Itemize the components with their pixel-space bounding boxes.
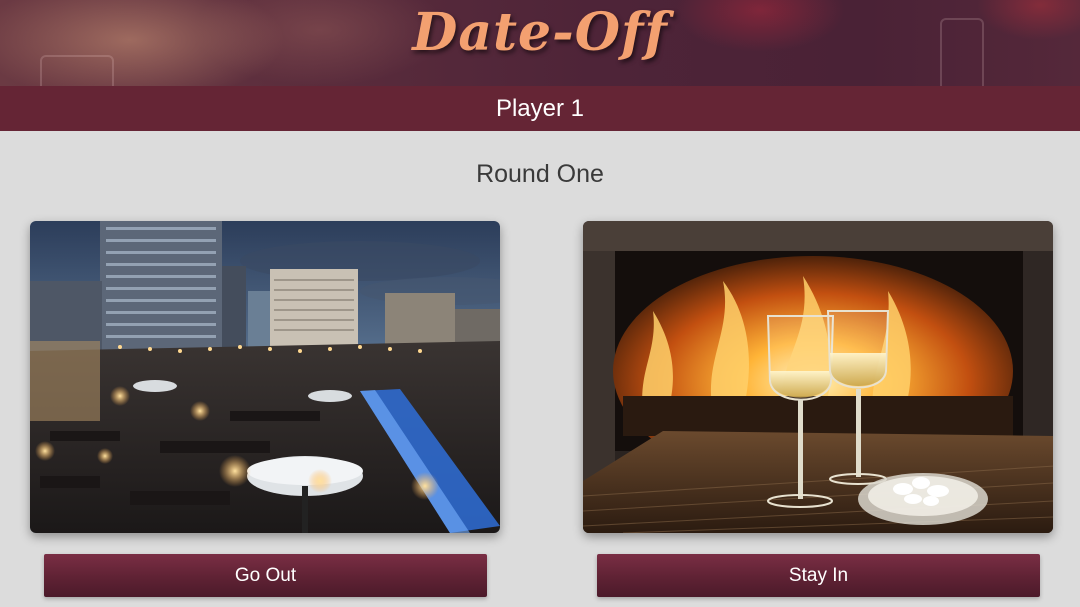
app-logo: Date-Off [412,2,668,63]
round-title: Round One [476,160,604,188]
player-label: Player 1 [0,86,1080,131]
go-out-button[interactable]: Go Out [44,554,487,597]
header-banner: Date-Off [0,0,1080,86]
stay-in-image[interactable] [583,221,1053,533]
stay-in-button[interactable]: Stay In [597,554,1040,597]
go-out-image[interactable] [30,221,500,533]
